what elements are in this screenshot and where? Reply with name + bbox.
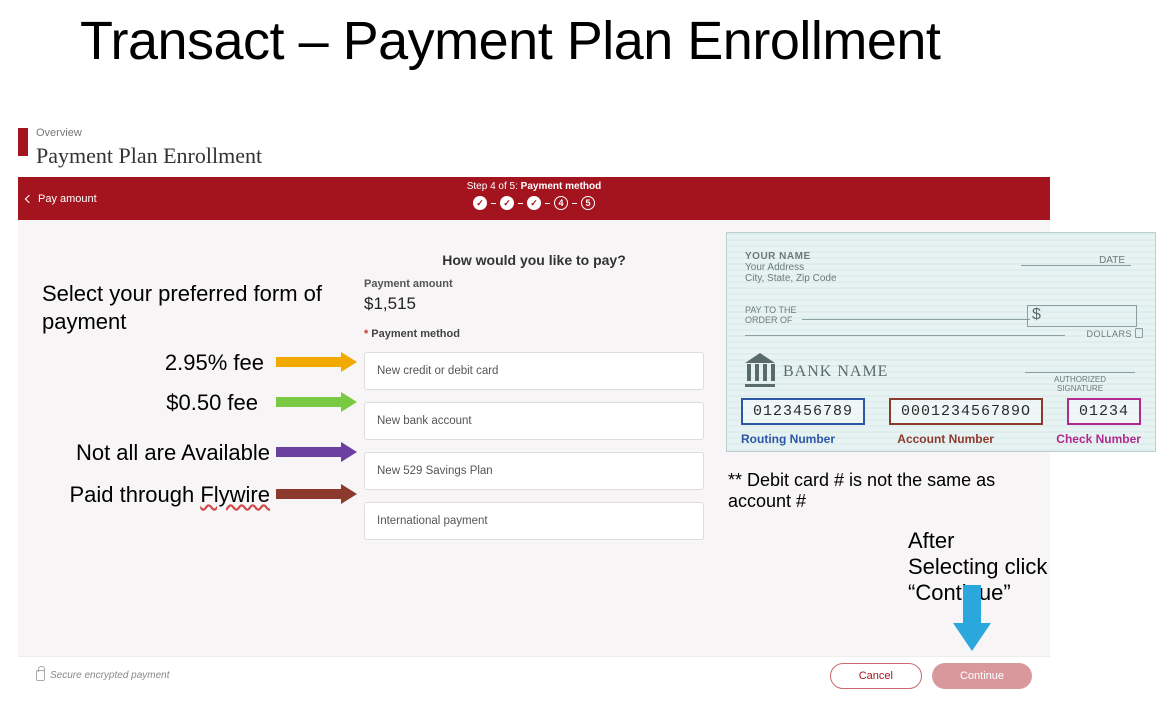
page-title: Payment Plan Enrollment [36,143,262,169]
option-bank-account[interactable]: New bank account [364,402,704,440]
check-addr2: City, State, Zip Code [745,273,1137,284]
step-dots: ✓ ✓ ✓ 4 5 [18,196,1050,210]
footer-bar: Secure encrypted payment Cancel Continue [18,656,1050,694]
check-long-line [745,335,1065,336]
option-529-plan[interactable]: New 529 Savings Plan [364,452,704,490]
check-micr-row: 0123456789 000123456789O 01234 [741,398,1141,425]
option-international[interactable]: International payment [364,502,704,540]
check-number: 01234 [1067,398,1141,425]
check-amount-box: $ [1027,305,1137,327]
arrow-bank [276,397,356,407]
note-debit: ** Debit card # is not the same as accou… [728,470,1050,512]
check-illustration: YOUR NAME Your Address City, State, Zip … [726,232,1156,452]
secure-label: Secure encrypted payment [36,670,170,681]
anno-529: Not all are Available [18,440,270,466]
step-dot-4: 4 [554,196,568,210]
option-credit-card[interactable]: New credit or debit card [364,352,704,390]
checknum-label: Check Number [1056,432,1141,446]
wizard-header: Pay amount Step 4 of 5: Payment method ✓… [18,177,1050,220]
bank-icon-pillars [747,364,775,381]
secure-text: Secure encrypted payment [50,670,170,681]
amount-value: $1,515 [364,294,704,314]
footer-buttons: Cancel Continue [830,663,1032,689]
form-column: Payment amount $1,515 *Payment method Ne… [364,278,704,540]
arrow-intl [276,489,356,499]
check-bank-name: BANK NAME [783,363,888,381]
method-label-text: Payment method [371,328,460,340]
check-dollars-label: DOLLARS [1086,329,1132,339]
check-payto-label: PAY TO THE ORDER OF [745,305,797,325]
step-indicator: Step 4 of 5: Payment method ✓ ✓ ✓ 4 5 [18,181,1050,210]
method-label: *Payment method [364,328,704,340]
check-payto-line [802,319,1030,320]
cancel-button[interactable]: Cancel [830,663,922,689]
anno-bank-fee: $0.50 fee [18,390,258,416]
check-micr-labels: Routing Number Account Number Check Numb… [741,432,1141,446]
brand-tab [18,128,28,156]
check-auth-label: AUTHORIZED SIGNATURE [1025,375,1135,393]
step-dot-1: ✓ [473,196,487,210]
anno-intl-flywire: Flywire [200,482,270,507]
anno-credit-fee: 2.95% fee [18,350,264,376]
step-dot-5: 5 [581,196,595,210]
step-dot-3: ✓ [527,196,541,210]
check-auth: AUTHORIZED SIGNATURE [1025,371,1135,393]
check-routing: 0123456789 [741,398,865,425]
app-card: Overview Payment Plan Enrollment Pay amo… [18,125,1050,694]
breadcrumb: Overview [36,127,82,139]
required-star: * [364,328,368,340]
arrow-529 [276,447,356,457]
slide-title: Transact – Payment Plan Enrollment [80,10,940,72]
arrow-down-icon [953,585,991,653]
anno-intro: Select your preferred form of payment [42,280,342,336]
padlock-icon [36,670,45,681]
step-name: Payment method [521,181,602,192]
lock-icon [1135,328,1143,338]
amount-label: Payment amount [364,278,704,290]
step-prefix: Step 4 of 5: [467,181,521,192]
anno-intl: Paid through Flywire [18,482,270,508]
check-name: YOUR NAME [745,251,1137,262]
check-account: 000123456789O [889,398,1043,425]
content-area: How would you like to pay? Payment amoun… [18,220,1050,656]
step-text: Step 4 of 5: Payment method [467,181,602,192]
arrow-credit [276,357,356,367]
account-label: Account Number [897,432,994,446]
step-dot-2: ✓ [500,196,514,210]
check-addr1: Your Address [745,262,1137,273]
check-date-line [1021,265,1131,266]
continue-button[interactable]: Continue [932,663,1032,689]
routing-label: Routing Number [741,432,835,446]
anno-intl-pre: Paid through [69,482,200,507]
